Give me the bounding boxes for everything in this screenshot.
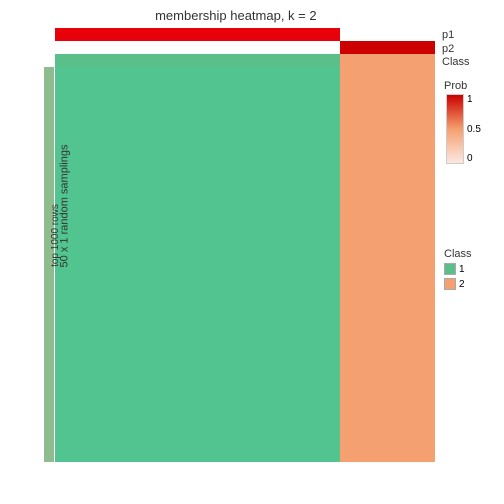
label-class: Class bbox=[442, 56, 470, 68]
legend-class-1-swatch bbox=[444, 263, 456, 275]
legend-prob-min: 0 bbox=[467, 153, 481, 164]
legend-prob-max: 1 bbox=[467, 94, 481, 105]
class-bar-row bbox=[55, 54, 435, 67]
label-p1: p1 bbox=[442, 29, 454, 41]
legend-gradient bbox=[446, 94, 464, 164]
legend-class-2-item: 2 bbox=[444, 278, 499, 290]
class-bar-1 bbox=[55, 54, 340, 67]
heatmap-block-salmon bbox=[340, 67, 435, 462]
legend-area: Prob 1 0.5 0 Class 1 2 bbox=[444, 80, 499, 293]
heatmap-block-green bbox=[55, 67, 340, 462]
legend-class-2-label: 2 bbox=[459, 279, 465, 290]
legend-class-2-swatch bbox=[444, 278, 456, 290]
class-bar-2 bbox=[340, 54, 435, 67]
heatmap-main bbox=[55, 67, 435, 462]
legend-prob-title: Prob bbox=[444, 80, 499, 92]
legend-class-1-item: 1 bbox=[444, 263, 499, 275]
label-cols: top 1000 rows bbox=[50, 204, 61, 267]
legend-class-1-label: 1 bbox=[459, 264, 465, 275]
legend-prob-mid: 0.5 bbox=[467, 124, 481, 135]
legend-class-title: Class bbox=[444, 248, 499, 260]
label-p2: p2 bbox=[442, 43, 454, 55]
p2-bar bbox=[340, 41, 435, 54]
chart-title: membership heatmap, k = 2 bbox=[155, 8, 317, 23]
p1-bar bbox=[55, 28, 340, 41]
chart-container: membership heatmap, k = 2 p1 p2 Class 50… bbox=[0, 0, 504, 504]
